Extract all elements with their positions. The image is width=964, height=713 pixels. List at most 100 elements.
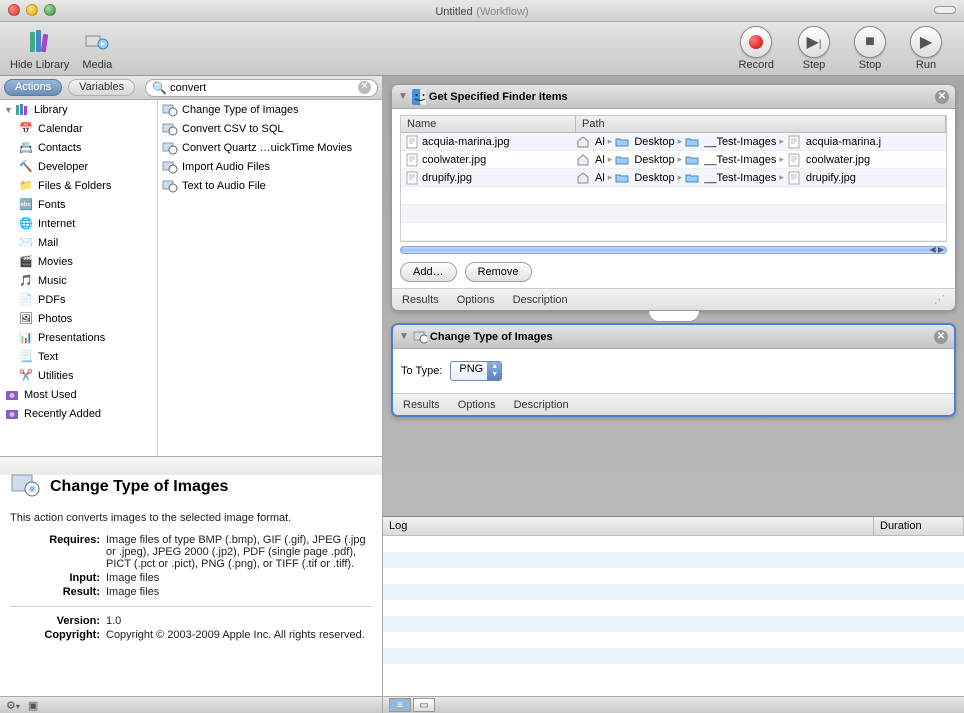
table-row[interactable]: acquia-marina.jpgAl▸Desktop▸__Test-Image… (401, 133, 946, 151)
select-arrows-icon: ▲▼ (491, 363, 498, 379)
action-item[interactable]: Import Audio Files (158, 157, 382, 176)
workflow-canvas[interactable]: ▼ Get Specified Finder Items ✕ Name Path… (383, 76, 964, 516)
action-header[interactable]: ▼ Get Specified Finder Items ✕ (392, 85, 955, 109)
step-button[interactable]: ▶| Step (798, 26, 830, 71)
options-link[interactable]: Options (457, 294, 495, 306)
stop-icon: ■ (854, 26, 886, 58)
workflow-action-get-finder-items[interactable]: ▼ Get Specified Finder Items ✕ Name Path… (391, 84, 956, 311)
info-description: This action converts images to the selec… (10, 512, 372, 524)
library-root[interactable]: ▼ Library (0, 100, 157, 119)
library-item-calendar[interactable]: 📅Calendar (14, 119, 157, 138)
category-icon: 🖼 (18, 311, 34, 327)
results-link[interactable]: Results (402, 294, 439, 306)
library-item-label: Contacts (38, 142, 81, 154)
action-item-label: Convert Quartz …uickTime Movies (182, 142, 352, 154)
requires-value: Image files of type BMP (.bmp), GIF (.gi… (106, 534, 372, 570)
library-item-utilities[interactable]: ✂️Utilities (14, 366, 157, 385)
disclosure-icon[interactable]: ▼ (398, 91, 408, 102)
file-icon (787, 153, 801, 167)
action-item[interactable]: Change Type of Images (158, 100, 382, 119)
run-button[interactable]: ▶ Run (910, 26, 942, 71)
library-item-internet[interactable]: 🌐Internet (14, 214, 157, 233)
category-icon: ✉️ (18, 235, 34, 251)
table-row[interactable]: drupify.jpgAl▸Desktop▸__Test-Images▸drup… (401, 169, 946, 187)
options-link[interactable]: Options (458, 399, 496, 411)
actions-list[interactable]: Change Type of ImagesConvert CSV to SQL C… (158, 100, 382, 456)
toolbar-toggle-pill[interactable] (934, 6, 956, 14)
left-bottom-bar: ⚙▾ ▣ (0, 696, 383, 713)
library-item-presentations[interactable]: 📊Presentations (14, 328, 157, 347)
zoom-window-button[interactable] (44, 4, 56, 16)
to-type-select[interactable]: PNG ▲▼ (450, 361, 502, 381)
tab-actions[interactable]: Actions (4, 79, 62, 96)
action-item[interactable]: Text to Audio File (158, 176, 382, 195)
home-icon (576, 135, 590, 149)
add-button[interactable]: Add… (400, 262, 457, 282)
disclosure-icon[interactable]: ▼ (399, 331, 409, 342)
search-field[interactable]: 🔍 ✕ (145, 79, 378, 97)
file-icon (405, 171, 419, 185)
col-path[interactable]: Path (576, 116, 946, 132)
window-title: Untitled (Workflow) (435, 3, 528, 18)
resize-grip-icon[interactable]: ⋰ (934, 293, 945, 306)
minimize-window-button[interactable] (26, 4, 38, 16)
log-body (383, 536, 964, 696)
step-label: Step (803, 59, 826, 71)
workflow-action-change-type[interactable]: ▼ Change Type of Images ✕ To Type: PNG ▲… (391, 323, 956, 417)
step-icon: ▶| (798, 26, 830, 58)
recently-added[interactable]: Recently Added (0, 404, 157, 423)
log-column-header[interactable]: Log (383, 517, 874, 535)
table-row[interactable]: coolwater.jpgAl▸Desktop▸__Test-Images▸co… (401, 151, 946, 169)
remove-action-button[interactable]: ✕ (935, 90, 949, 104)
duration-column-header[interactable]: Duration (874, 517, 964, 535)
home-icon (576, 171, 590, 185)
library-item-developer[interactable]: 🔨Developer (14, 157, 157, 176)
file-icon (787, 171, 801, 185)
sidebar-toggle-icon[interactable]: ▣ (28, 699, 38, 712)
most-used[interactable]: Most Used (0, 385, 157, 404)
library-item-text[interactable]: 📃Text (14, 347, 157, 366)
stop-button[interactable]: ■ Stop (854, 26, 886, 71)
chevron-icon: ▸ (677, 172, 684, 183)
col-name[interactable]: Name (401, 116, 576, 132)
remove-button[interactable]: Remove (465, 262, 532, 282)
close-window-button[interactable] (8, 4, 20, 16)
description-link[interactable]: Description (514, 399, 569, 411)
library-tree[interactable]: ▼ Library 📅Calendar📇Contacts🔨Developer📁F… (0, 100, 158, 456)
search-clear-button[interactable]: ✕ (358, 81, 371, 94)
action-item-label: Import Audio Files (182, 161, 270, 173)
library-icon (14, 102, 30, 118)
results-link[interactable]: Results (403, 399, 440, 411)
action-icon (162, 159, 178, 175)
gear-menu-button[interactable]: ⚙▾ (6, 699, 20, 712)
disclosure-icon[interactable]: ▼ (4, 105, 14, 115)
record-button[interactable]: Record (739, 26, 774, 71)
library-item-files-folders[interactable]: 📁Files & Folders (14, 176, 157, 195)
tab-variables[interactable]: Variables (68, 79, 135, 96)
action-info-pane: Change Type of Images This action conver… (0, 456, 382, 696)
library-item-mail[interactable]: ✉️ Mail (14, 233, 157, 252)
search-input[interactable] (170, 82, 358, 94)
library-item-contacts[interactable]: 📇Contacts (14, 138, 157, 157)
library-item-label: Text (38, 351, 58, 363)
library-item-fonts[interactable]: 🔤Fonts (14, 195, 157, 214)
library-item-movies[interactable]: 🎬Movies (14, 252, 157, 271)
action-item[interactable]: Convert Quartz …uickTime Movies (158, 138, 382, 157)
library-item-music[interactable]: 🎵Music (14, 271, 157, 290)
file-icon (787, 135, 801, 149)
remove-action-button[interactable]: ✕ (934, 330, 948, 344)
flow-view-button[interactable]: ▭ (413, 698, 435, 712)
action-header[interactable]: ▼ Change Type of Images ✕ (393, 325, 954, 349)
action-item[interactable]: Convert CSV to SQL (158, 119, 382, 138)
description-link[interactable]: Description (513, 294, 568, 306)
library-item-pdfs[interactable]: 📄PDFs (14, 290, 157, 309)
library-item-label: Mail (38, 237, 58, 249)
list-view-button[interactable]: ≡ (389, 698, 411, 712)
horizontal-scrollbar[interactable]: ◀ ▶ (400, 246, 947, 254)
hide-library-button[interactable]: Hide Library (10, 26, 69, 71)
chevron-icon: ▸ (778, 172, 785, 183)
media-button[interactable]: Media (81, 26, 113, 71)
library-item-photos[interactable]: 🖼Photos (14, 309, 157, 328)
info-title: Change Type of Images (50, 478, 228, 496)
window-controls (8, 4, 56, 16)
